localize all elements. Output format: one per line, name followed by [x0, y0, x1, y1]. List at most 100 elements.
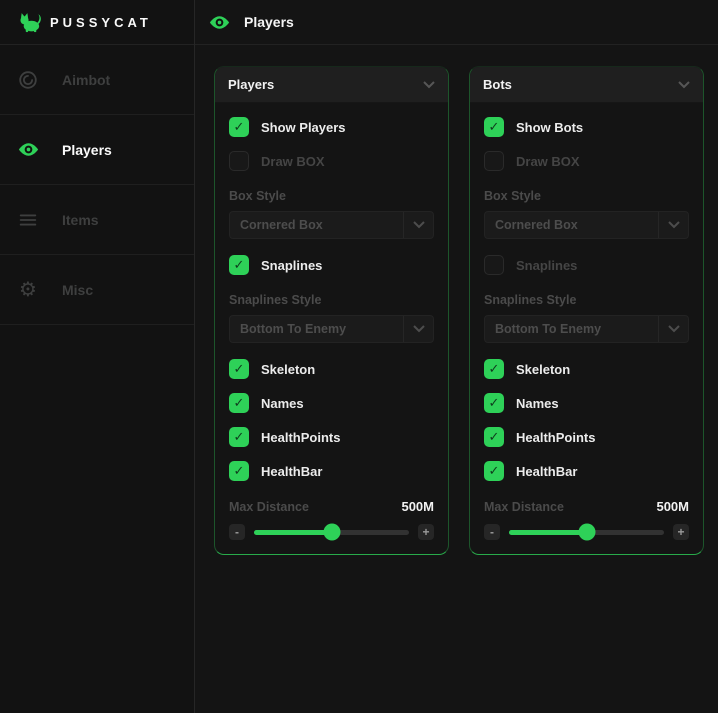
- sidebar-item-label: Misc: [62, 282, 93, 298]
- healthbar-row[interactable]: ✓ HealthBar: [229, 461, 434, 481]
- panel-title: Players: [228, 77, 274, 92]
- healthpoints-checkbox[interactable]: ✓: [484, 427, 504, 447]
- max-distance-row: Max Distance 500M: [484, 499, 689, 514]
- increment-button[interactable]: +: [673, 524, 689, 540]
- panel-title: Bots: [483, 77, 512, 92]
- chevron-down-icon: [403, 212, 433, 238]
- box-style-label: Box Style: [229, 189, 434, 203]
- box-style-select[interactable]: Cornered Box: [484, 211, 689, 239]
- names-checkbox[interactable]: ✓: [229, 393, 249, 413]
- sidebar-item-players[interactable]: Players: [0, 115, 194, 185]
- show-players-row[interactable]: ✓ Show Players: [229, 117, 434, 137]
- max-distance-label: Max Distance: [484, 500, 564, 514]
- chevron-down-icon[interactable]: [423, 67, 435, 102]
- select-value: Cornered Box: [485, 218, 658, 232]
- max-distance-slider: - +: [484, 524, 689, 540]
- checkbox-label: HealthPoints: [261, 430, 340, 445]
- decrement-button[interactable]: -: [484, 524, 500, 540]
- snaplines-row[interactable]: ✓ Snaplines: [229, 255, 434, 275]
- draw-box-checkbox[interactable]: [484, 151, 504, 171]
- skeleton-checkbox[interactable]: ✓: [229, 359, 249, 379]
- eye-icon: [16, 138, 40, 162]
- content: Players ✓ Show Players Draw BOX Box Styl…: [195, 45, 718, 713]
- brand-logo: PUSSYCAT: [0, 0, 194, 45]
- snaplines-style-select[interactable]: Bottom To Enemy: [484, 315, 689, 343]
- slider-track[interactable]: [254, 530, 409, 535]
- healthbar-row[interactable]: ✓ HealthBar: [484, 461, 689, 481]
- healthbar-checkbox[interactable]: ✓: [229, 461, 249, 481]
- names-row[interactable]: ✓ Names: [484, 393, 689, 413]
- checkbox-label: Draw BOX: [261, 154, 325, 169]
- chevron-down-icon: [658, 316, 688, 342]
- select-value: Cornered Box: [230, 218, 403, 232]
- show-bots-checkbox[interactable]: ✓: [484, 117, 504, 137]
- show-players-checkbox[interactable]: ✓: [229, 117, 249, 137]
- checkbox-label: Snaplines: [261, 258, 322, 273]
- select-value: Bottom To Enemy: [230, 322, 403, 336]
- chevron-down-icon: [658, 212, 688, 238]
- increment-button[interactable]: +: [418, 524, 434, 540]
- players-panel-body: ✓ Show Players Draw BOX Box Style Corner…: [215, 117, 448, 554]
- bots-panel-body: ✓ Show Bots Draw BOX Box Style Cornered …: [470, 117, 703, 554]
- healthpoints-row[interactable]: ✓ HealthPoints: [229, 427, 434, 447]
- checkbox-label: Show Bots: [516, 120, 583, 135]
- checkbox-label: HealthBar: [516, 464, 577, 479]
- max-distance-row: Max Distance 500M: [229, 499, 434, 514]
- slider-fill: [509, 530, 587, 535]
- gear-icon: ⚙: [16, 278, 40, 302]
- snaplines-style-label: Snaplines Style: [229, 293, 434, 307]
- list-icon: [16, 208, 40, 232]
- sidebar-item-label: Items: [62, 212, 99, 228]
- snaplines-checkbox[interactable]: ✓: [229, 255, 249, 275]
- main-area: Players Players ✓ Show Players: [195, 0, 718, 713]
- checkbox-label: Snaplines: [516, 258, 577, 273]
- bots-panel: Bots ✓ Show Bots Draw BOX Box Style: [469, 66, 704, 555]
- aim-icon: [16, 68, 40, 92]
- chevron-down-icon: [403, 316, 433, 342]
- max-distance-value: 500M: [401, 499, 434, 514]
- checkbox-label: HealthPoints: [516, 430, 595, 445]
- max-distance-label: Max Distance: [229, 500, 309, 514]
- players-panel: Players ✓ Show Players Draw BOX Box Styl…: [214, 66, 449, 555]
- names-checkbox[interactable]: ✓: [484, 393, 504, 413]
- slider-thumb[interactable]: [578, 524, 595, 541]
- skeleton-row[interactable]: ✓ Skeleton: [229, 359, 434, 379]
- bots-panel-header: Bots: [470, 67, 703, 103]
- chevron-down-icon[interactable]: [678, 67, 690, 102]
- healthbar-checkbox[interactable]: ✓: [484, 461, 504, 481]
- draw-box-row[interactable]: Draw BOX: [229, 151, 434, 171]
- slider-track[interactable]: [509, 530, 664, 535]
- snaplines-checkbox[interactable]: [484, 255, 504, 275]
- skeleton-checkbox[interactable]: ✓: [484, 359, 504, 379]
- draw-box-row[interactable]: Draw BOX: [484, 151, 689, 171]
- healthpoints-row[interactable]: ✓ HealthPoints: [484, 427, 689, 447]
- snaplines-row[interactable]: Snaplines: [484, 255, 689, 275]
- page-header: Players: [195, 0, 718, 45]
- skeleton-row[interactable]: ✓ Skeleton: [484, 359, 689, 379]
- max-distance-value: 500M: [656, 499, 689, 514]
- page-title: Players: [244, 14, 294, 30]
- checkbox-label: Show Players: [261, 120, 346, 135]
- checkbox-label: Names: [516, 396, 559, 411]
- checkbox-label: HealthBar: [261, 464, 322, 479]
- checkbox-label: Names: [261, 396, 304, 411]
- show-bots-row[interactable]: ✓ Show Bots: [484, 117, 689, 137]
- checkbox-label: Draw BOX: [516, 154, 580, 169]
- sidebar: PUSSYCAT Aimbot Players: [0, 0, 195, 713]
- names-row[interactable]: ✓ Names: [229, 393, 434, 413]
- cat-icon: [16, 11, 42, 33]
- sidebar-item-label: Aimbot: [62, 72, 110, 88]
- decrement-button[interactable]: -: [229, 524, 245, 540]
- slider-fill: [254, 530, 332, 535]
- sidebar-item-items[interactable]: Items: [0, 185, 194, 255]
- box-style-select[interactable]: Cornered Box: [229, 211, 434, 239]
- sidebar-item-misc[interactable]: ⚙ Misc: [0, 255, 194, 325]
- draw-box-checkbox[interactable]: [229, 151, 249, 171]
- sidebar-item-aimbot[interactable]: Aimbot: [0, 45, 194, 115]
- max-distance-slider: - +: [229, 524, 434, 540]
- snaplines-style-select[interactable]: Bottom To Enemy: [229, 315, 434, 343]
- snaplines-style-label: Snaplines Style: [484, 293, 689, 307]
- slider-thumb[interactable]: [323, 524, 340, 541]
- healthpoints-checkbox[interactable]: ✓: [229, 427, 249, 447]
- app-window: PUSSYCAT Aimbot Players: [0, 0, 718, 713]
